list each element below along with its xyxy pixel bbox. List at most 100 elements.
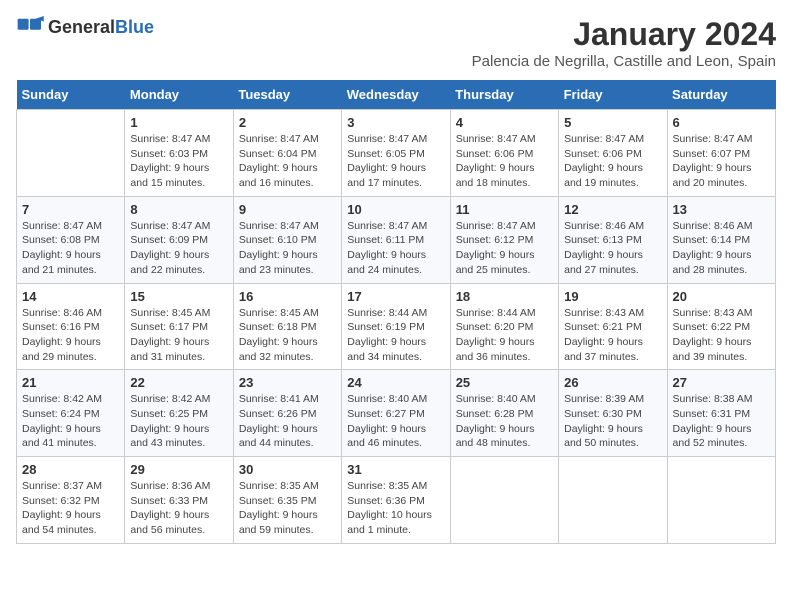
day-info: Sunrise: 8:40 AMSunset: 6:28 PMDaylight:… (456, 392, 553, 451)
calendar-week-row: 21 Sunrise: 8:42 AMSunset: 6:24 PMDayligh… (17, 370, 776, 457)
day-info: Sunrise: 8:41 AMSunset: 6:26 PMDaylight:… (239, 392, 336, 451)
day-info: Sunrise: 8:47 AMSunset: 6:05 PMDaylight:… (347, 132, 444, 191)
day-number: 19 (564, 289, 661, 304)
day-info: Sunrise: 8:47 AMSunset: 6:06 PMDaylight:… (456, 132, 553, 191)
calendar-cell: 14 Sunrise: 8:46 AMSunset: 6:16 PMDayligh… (17, 283, 125, 370)
day-number: 7 (22, 202, 119, 217)
day-info: Sunrise: 8:37 AMSunset: 6:32 PMDaylight:… (22, 479, 119, 538)
day-number: 14 (22, 289, 119, 304)
day-number: 2 (239, 115, 336, 130)
calendar-cell: 26 Sunrise: 8:39 AMSunset: 6:30 PMDayligh… (559, 370, 667, 457)
calendar-cell: 25 Sunrise: 8:40 AMSunset: 6:28 PMDayligh… (450, 370, 558, 457)
day-number: 1 (130, 115, 227, 130)
calendar-header-row: SundayMondayTuesdayWednesdayThursdayFrid… (17, 80, 776, 110)
calendar-cell: 3Sunrise: 8:47 AMSunset: 6:05 PMDaylight… (342, 110, 450, 197)
day-info: Sunrise: 8:42 AMSunset: 6:24 PMDaylight:… (22, 392, 119, 451)
calendar-cell (559, 457, 667, 544)
day-info: Sunrise: 8:46 AMSunset: 6:14 PMDaylight:… (673, 219, 770, 278)
day-number: 15 (130, 289, 227, 304)
day-info: Sunrise: 8:47 AMSunset: 6:04 PMDaylight:… (239, 132, 336, 191)
header: GeneralBlue January 2024 Palencia de Neg… (16, 16, 776, 70)
day-info: Sunrise: 8:47 AMSunset: 6:07 PMDaylight:… (673, 132, 770, 191)
day-number: 8 (130, 202, 227, 217)
day-info: Sunrise: 8:44 AMSunset: 6:20 PMDaylight:… (456, 306, 553, 365)
day-number: 10 (347, 202, 444, 217)
calendar-cell: 21 Sunrise: 8:42 AMSunset: 6:24 PMDayligh… (17, 370, 125, 457)
day-number: 12 (564, 202, 661, 217)
day-info: Sunrise: 8:38 AMSunset: 6:31 PMDaylight:… (673, 392, 770, 451)
day-info: Sunrise: 8:47 AMSunset: 6:10 PMDaylight:… (239, 219, 336, 278)
day-number: 26 (564, 375, 661, 390)
calendar-cell: 18 Sunrise: 8:44 AMSunset: 6:20 PMDayligh… (450, 283, 558, 370)
calendar-cell: 27 Sunrise: 8:38 AMSunset: 6:31 PMDayligh… (667, 370, 775, 457)
day-number: 6 (673, 115, 770, 130)
calendar-table: SundayMondayTuesdayWednesdayThursdayFrid… (16, 80, 776, 544)
calendar-week-row: 7 Sunrise: 8:47 AMSunset: 6:08 PMDaylight… (17, 196, 776, 283)
day-number: 29 (130, 462, 227, 477)
day-info: Sunrise: 8:40 AMSunset: 6:27 PMDaylight:… (347, 392, 444, 451)
day-info: Sunrise: 8:42 AMSunset: 6:25 PMDaylight:… (130, 392, 227, 451)
day-number: 17 (347, 289, 444, 304)
day-number: 24 (347, 375, 444, 390)
day-header-wednesday: Wednesday (342, 80, 450, 110)
calendar-cell: 1 Sunrise: 8:47 AMSunset: 6:03 PMDaylight… (125, 110, 233, 197)
calendar-cell: 31 Sunrise: 8:35 AMSunset: 6:36 PMDayligh… (342, 457, 450, 544)
day-info: Sunrise: 8:47 AMSunset: 6:08 PMDaylight:… (22, 219, 119, 278)
day-info: Sunrise: 8:46 AMSunset: 6:16 PMDaylight:… (22, 306, 119, 365)
day-info: Sunrise: 8:45 AMSunset: 6:17 PMDaylight:… (130, 306, 227, 365)
day-number: 5 (564, 115, 661, 130)
day-header-sunday: Sunday (17, 80, 125, 110)
title-section: January 2024 Palencia de Negrilla, Casti… (472, 16, 776, 70)
calendar-cell: 23 Sunrise: 8:41 AMSunset: 6:26 PMDayligh… (233, 370, 341, 457)
day-number: 13 (673, 202, 770, 217)
day-number: 4 (456, 115, 553, 130)
logo-general: General (48, 17, 115, 37)
logo-icon (16, 16, 44, 38)
subtitle: Palencia de Negrilla, Castille and Leon,… (472, 53, 776, 70)
day-number: 9 (239, 202, 336, 217)
day-info: Sunrise: 8:36 AMSunset: 6:33 PMDaylight:… (130, 479, 227, 538)
day-header-tuesday: Tuesday (233, 80, 341, 110)
day-header-saturday: Saturday (667, 80, 775, 110)
main-title: January 2024 (472, 16, 776, 53)
day-number: 25 (456, 375, 553, 390)
calendar-cell: 9 Sunrise: 8:47 AMSunset: 6:10 PMDaylight… (233, 196, 341, 283)
calendar-cell: 22Sunrise: 8:42 AMSunset: 6:25 PMDayligh… (125, 370, 233, 457)
day-number: 11 (456, 202, 553, 217)
day-header-thursday: Thursday (450, 80, 558, 110)
calendar-cell (450, 457, 558, 544)
day-info: Sunrise: 8:43 AMSunset: 6:21 PMDaylight:… (564, 306, 661, 365)
day-number: 18 (456, 289, 553, 304)
calendar-cell: 30Sunrise: 8:35 AMSunset: 6:35 PMDayligh… (233, 457, 341, 544)
day-header-monday: Monday (125, 80, 233, 110)
day-info: Sunrise: 8:44 AMSunset: 6:19 PMDaylight:… (347, 306, 444, 365)
day-number: 21 (22, 375, 119, 390)
calendar-cell: 5 Sunrise: 8:47 AMSunset: 6:06 PMDaylight… (559, 110, 667, 197)
logo: GeneralBlue (16, 16, 154, 38)
logo-blue: Blue (115, 17, 154, 37)
day-header-friday: Friday (559, 80, 667, 110)
calendar-cell (17, 110, 125, 197)
day-info: Sunrise: 8:35 AMSunset: 6:36 PMDaylight:… (347, 479, 444, 538)
calendar-cell: 20Sunrise: 8:43 AMSunset: 6:22 PMDayligh… (667, 283, 775, 370)
calendar-cell: 17 Sunrise: 8:44 AMSunset: 6:19 PMDayligh… (342, 283, 450, 370)
calendar-cell: 4 Sunrise: 8:47 AMSunset: 6:06 PMDaylight… (450, 110, 558, 197)
day-info: Sunrise: 8:46 AMSunset: 6:13 PMDaylight:… (564, 219, 661, 278)
day-number: 30 (239, 462, 336, 477)
calendar-week-row: 14 Sunrise: 8:46 AMSunset: 6:16 PMDayligh… (17, 283, 776, 370)
day-info: Sunrise: 8:45 AMSunset: 6:18 PMDaylight:… (239, 306, 336, 365)
calendar-cell: 24 Sunrise: 8:40 AMSunset: 6:27 PMDayligh… (342, 370, 450, 457)
day-info: Sunrise: 8:47 AMSunset: 6:09 PMDaylight:… (130, 219, 227, 278)
day-number: 31 (347, 462, 444, 477)
day-number: 27 (673, 375, 770, 390)
calendar-week-row: 28Sunrise: 8:37 AMSunset: 6:32 PMDayligh… (17, 457, 776, 544)
day-info: Sunrise: 8:39 AMSunset: 6:30 PMDaylight:… (564, 392, 661, 451)
day-info: Sunrise: 8:47 AMSunset: 6:06 PMDaylight:… (564, 132, 661, 191)
calendar-cell: 15 Sunrise: 8:45 AMSunset: 6:17 PMDayligh… (125, 283, 233, 370)
calendar-cell: 8 Sunrise: 8:47 AMSunset: 6:09 PMDaylight… (125, 196, 233, 283)
day-number: 23 (239, 375, 336, 390)
day-number: 16 (239, 289, 336, 304)
calendar-cell: 2 Sunrise: 8:47 AMSunset: 6:04 PMDaylight… (233, 110, 341, 197)
calendar-cell: 29 Sunrise: 8:36 AMSunset: 6:33 PMDayligh… (125, 457, 233, 544)
day-info: Sunrise: 8:47 AMSunset: 6:03 PMDaylight:… (130, 132, 227, 191)
